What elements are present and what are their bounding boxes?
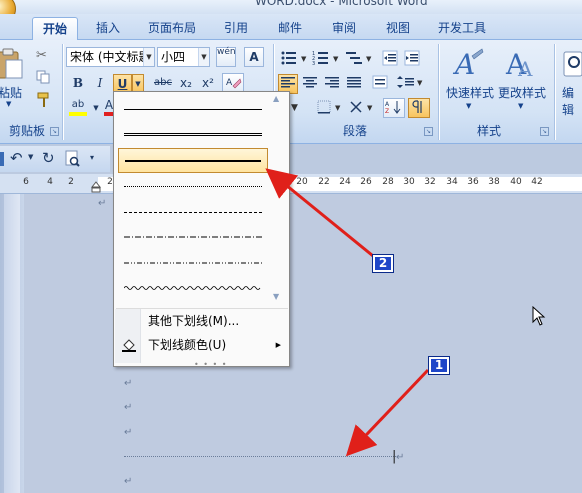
- annotation-badge-2: 2: [372, 254, 394, 273]
- annotation-arrows: [265, 168, 430, 457]
- arrow-2: [265, 168, 379, 262]
- annotation-badge-1: 1: [428, 356, 450, 375]
- arrow-1: [345, 368, 430, 457]
